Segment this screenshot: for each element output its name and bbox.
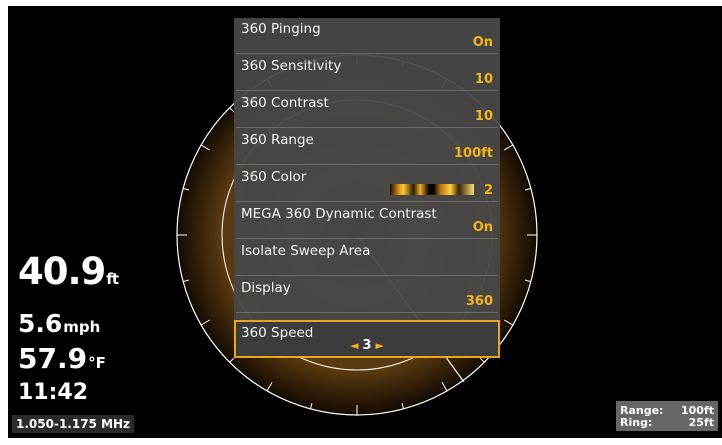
menu-item-value: 10: [474, 72, 493, 87]
temp-unit: °F: [88, 354, 106, 372]
menu-item-label: Isolate Sweep Area: [241, 243, 371, 259]
speed-stepper[interactable]: ◄ 3 ►: [236, 338, 498, 353]
menu-item-360-pinging[interactable]: 360 Pinging On: [236, 18, 498, 54]
menu-item-display[interactable]: Display 360: [236, 277, 498, 313]
menu-item-label: 360 Contrast: [241, 95, 329, 111]
sonar-settings-menu: 360 Pinging On 360 Sensitivity 10 360 Co…: [234, 18, 500, 358]
menu-item-value: 10: [474, 109, 493, 124]
ring-value: 25ft: [688, 416, 714, 429]
menu-item-360-sensitivity[interactable]: 360 Sensitivity 10: [236, 55, 498, 91]
depth-value: 40.9: [18, 250, 106, 293]
menu-item-value: 2: [483, 183, 493, 198]
menu-item-value: On: [472, 220, 493, 235]
sonar-screen: 360 Pinging On 360 Sensitivity 10 360 Co…: [8, 6, 722, 438]
menu-item-label: 360 Color: [241, 169, 307, 185]
depth-readout: 40.9ft: [18, 250, 119, 293]
speed-value: 5.6: [18, 309, 63, 338]
menu-item-360-color[interactable]: 360 Color 2: [236, 166, 498, 202]
ring-row: Ring: 25ft: [620, 416, 714, 429]
depth-unit: ft: [106, 270, 119, 288]
range-info-box: Range: 100ft Ring: 25ft: [616, 401, 718, 431]
increase-arrow-icon[interactable]: ►: [376, 339, 384, 352]
menu-item-value: 360: [465, 294, 493, 309]
ring-label: Ring:: [620, 416, 653, 429]
frequency-readout: 1.050-1.175 MHz: [12, 415, 135, 433]
speed-unit: mph: [63, 318, 101, 336]
menu-item-value: On: [472, 35, 493, 50]
temp-value: 57.9: [18, 342, 88, 375]
menu-item-isolate-sweep-area[interactable]: Isolate Sweep Area: [236, 240, 498, 276]
speed-value: 3: [362, 338, 372, 353]
menu-item-label: MEGA 360 Dynamic Contrast: [241, 206, 437, 222]
menu-item-360-range[interactable]: 360 Range 100ft: [236, 129, 498, 165]
menu-item-360-speed[interactable]: 360 Speed ◄ 3 ►: [234, 320, 500, 358]
menu-item-value: 100ft: [453, 146, 493, 161]
decrease-arrow-icon[interactable]: ◄: [350, 339, 358, 352]
menu-item-label: Display: [241, 280, 291, 296]
menu-item-360-contrast[interactable]: 360 Contrast 10: [236, 92, 498, 128]
color-palette-preview: [390, 184, 474, 195]
menu-item-dynamic-contrast[interactable]: MEGA 360 Dynamic Contrast On: [236, 203, 498, 239]
menu-item-label: 360 Range: [241, 132, 314, 148]
speed-readout: 5.6mph: [18, 309, 100, 338]
water-temp-readout: 57.9°F: [18, 342, 106, 375]
menu-item-label: 360 Pinging: [241, 21, 321, 37]
time-readout: 11:42: [18, 380, 89, 405]
menu-item-label: 360 Sensitivity: [241, 58, 342, 74]
